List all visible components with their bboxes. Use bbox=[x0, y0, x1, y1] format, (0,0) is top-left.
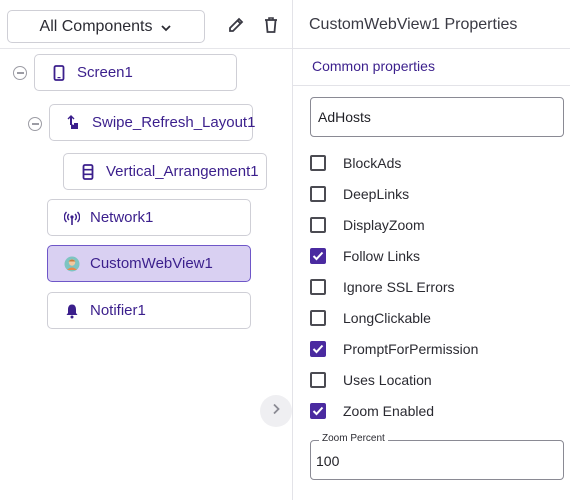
checkbox-box[interactable] bbox=[310, 279, 326, 295]
zoom-percent-value: 100 bbox=[316, 453, 340, 469]
tree-node-notifier[interactable]: Notifier1 bbox=[47, 292, 251, 329]
tree-node-swipe-refresh-layout[interactable]: Swipe_Refresh_Layout1 bbox=[49, 104, 256, 141]
title-divider bbox=[293, 48, 570, 49]
checkbox-label: Uses Location bbox=[343, 372, 432, 388]
tree-node-vertical-arrangement[interactable]: Vertical_Arrangement1 bbox=[63, 153, 267, 190]
vertical-arrangement-icon bbox=[80, 163, 96, 180]
bell-icon bbox=[64, 303, 80, 319]
toolbar-divider bbox=[0, 48, 292, 49]
properties-title: CustomWebView1 Properties bbox=[309, 16, 518, 33]
collapse-screen1-toggle[interactable] bbox=[13, 66, 27, 80]
properties-panel: CustomWebView1 Properties Common propert… bbox=[293, 0, 570, 500]
checkmark-icon bbox=[312, 344, 324, 354]
checkmark-icon bbox=[312, 406, 324, 416]
checkbox-box[interactable] bbox=[310, 341, 326, 357]
tree-node-screen1[interactable]: Screen1 bbox=[34, 54, 237, 91]
node-label: Vertical_Arrangement1 bbox=[106, 163, 259, 180]
checkbox-label: BlockAds bbox=[343, 155, 402, 171]
zoom-percent-field[interactable]: Zoom Percent 100 bbox=[310, 433, 564, 480]
checkbox-box[interactable] bbox=[310, 186, 326, 202]
swipe-gesture-icon bbox=[66, 114, 82, 131]
checkbox-label: Follow Links bbox=[343, 248, 421, 264]
chevron-down-icon bbox=[160, 21, 172, 33]
components-filter-dropdown[interactable]: All Components bbox=[7, 10, 205, 43]
checkbox-box[interactable] bbox=[310, 248, 326, 264]
checkbox-longclickable[interactable]: LongClickable bbox=[310, 307, 431, 329]
adhosts-value: AdHosts bbox=[318, 109, 371, 125]
adhosts-textbox[interactable]: AdHosts bbox=[310, 97, 564, 137]
checkbox-zoom-enabled[interactable]: Zoom Enabled bbox=[310, 400, 434, 422]
webview-avatar-icon bbox=[64, 256, 80, 272]
components-panel: All Components Screen1 Swipe_Refresh_Lay… bbox=[0, 0, 292, 500]
checkbox-box[interactable] bbox=[310, 372, 326, 388]
tree-node-customwebview[interactable]: CustomWebView1 bbox=[47, 245, 251, 282]
checkbox-deeplinks[interactable]: DeepLinks bbox=[310, 183, 409, 205]
checkbox-box[interactable] bbox=[310, 310, 326, 326]
checkbox-box[interactable] bbox=[310, 403, 326, 419]
checkbox-label: LongClickable bbox=[343, 310, 431, 326]
zoom-percent-label: Zoom Percent bbox=[319, 433, 388, 444]
phone-icon bbox=[51, 64, 67, 81]
checkbox-label: Zoom Enabled bbox=[343, 403, 435, 419]
node-label: Network1 bbox=[90, 209, 154, 226]
chevron-right-icon bbox=[271, 402, 281, 420]
node-label: CustomWebView1 bbox=[90, 255, 213, 272]
checkbox-uses-location[interactable]: Uses Location bbox=[310, 369, 432, 391]
checkmark-icon bbox=[312, 251, 324, 261]
section-divider bbox=[293, 85, 570, 86]
collapse-panel-button[interactable] bbox=[260, 395, 292, 427]
node-label: Swipe_Refresh_Layout1 bbox=[92, 114, 256, 131]
checkbox-label: DeepLinks bbox=[343, 186, 410, 202]
checkbox-box[interactable] bbox=[310, 217, 326, 233]
tree-node-network[interactable]: Network1 bbox=[47, 199, 251, 236]
collapse-swipe-refresh-toggle[interactable] bbox=[28, 117, 42, 131]
checkbox-ignore-ssl-errors[interactable]: Ignore SSL Errors bbox=[310, 276, 455, 298]
rename-pencil-icon[interactable] bbox=[225, 14, 247, 36]
section-common-properties[interactable]: Common properties bbox=[312, 58, 435, 74]
checkbox-label: PromptForPermission bbox=[343, 341, 479, 357]
checkbox-label: Ignore SSL Errors bbox=[343, 279, 455, 295]
network-antenna-icon bbox=[64, 210, 80, 226]
checkbox-label: DisplayZoom bbox=[343, 217, 425, 233]
node-label: Screen1 bbox=[77, 64, 133, 81]
checkbox-blockads[interactable]: BlockAds bbox=[310, 152, 401, 174]
checkbox-follow-links[interactable]: Follow Links bbox=[310, 245, 420, 267]
checkbox-displayzoom[interactable]: DisplayZoom bbox=[310, 214, 425, 236]
checkbox-box[interactable] bbox=[310, 155, 326, 171]
delete-trash-icon[interactable] bbox=[260, 14, 282, 36]
checkbox-promptforpermission[interactable]: PromptForPermission bbox=[310, 338, 478, 360]
dropdown-label: All Components bbox=[39, 17, 153, 35]
node-label: Notifier1 bbox=[90, 302, 146, 319]
